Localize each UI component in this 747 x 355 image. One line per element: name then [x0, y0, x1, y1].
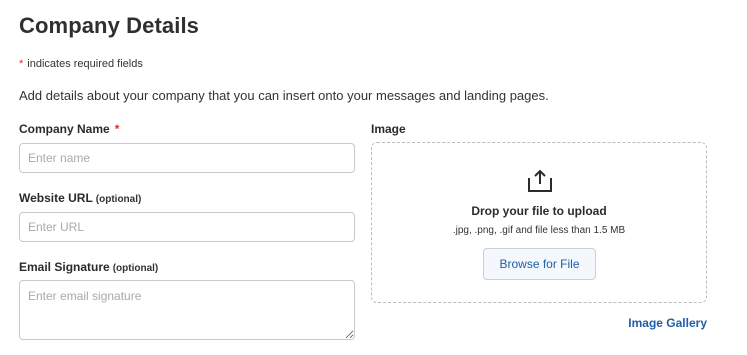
- company-name-input[interactable]: [19, 143, 355, 173]
- company-name-label-text: Company Name: [19, 122, 110, 136]
- website-url-label-text: Website URL: [19, 191, 93, 205]
- email-signature-textarea[interactable]: [19, 280, 355, 340]
- website-url-label: Website URL (optional): [19, 191, 141, 205]
- company-name-label: Company Name *: [19, 122, 119, 136]
- optional-tag: (optional): [112, 263, 159, 274]
- browse-for-file-button[interactable]: Browse for File: [483, 248, 596, 280]
- upload-icon: [525, 168, 555, 194]
- required-fields-note: * indicates required fields: [19, 58, 143, 70]
- required-star: *: [19, 58, 24, 70]
- image-label: Image: [371, 122, 406, 136]
- required-star: *: [114, 122, 120, 136]
- image-dropzone[interactable]: Drop your file to upload .jpg, .png, .gi…: [371, 142, 707, 303]
- dropzone-file-requirements: .jpg, .png, .gif and file less than 1.5 …: [452, 225, 626, 236]
- dropzone-title: Drop your file to upload: [471, 204, 607, 218]
- required-note-text: indicates required fields: [27, 58, 143, 70]
- intro-text: Add details about your company that you …: [19, 88, 549, 103]
- email-signature-label: Email Signature (optional): [19, 260, 158, 274]
- page-title: Company Details: [19, 13, 199, 38]
- website-url-input[interactable]: [19, 212, 355, 242]
- image-gallery-link[interactable]: Image Gallery: [628, 316, 707, 330]
- optional-tag: (optional): [95, 194, 142, 205]
- email-signature-label-text: Email Signature: [19, 260, 110, 274]
